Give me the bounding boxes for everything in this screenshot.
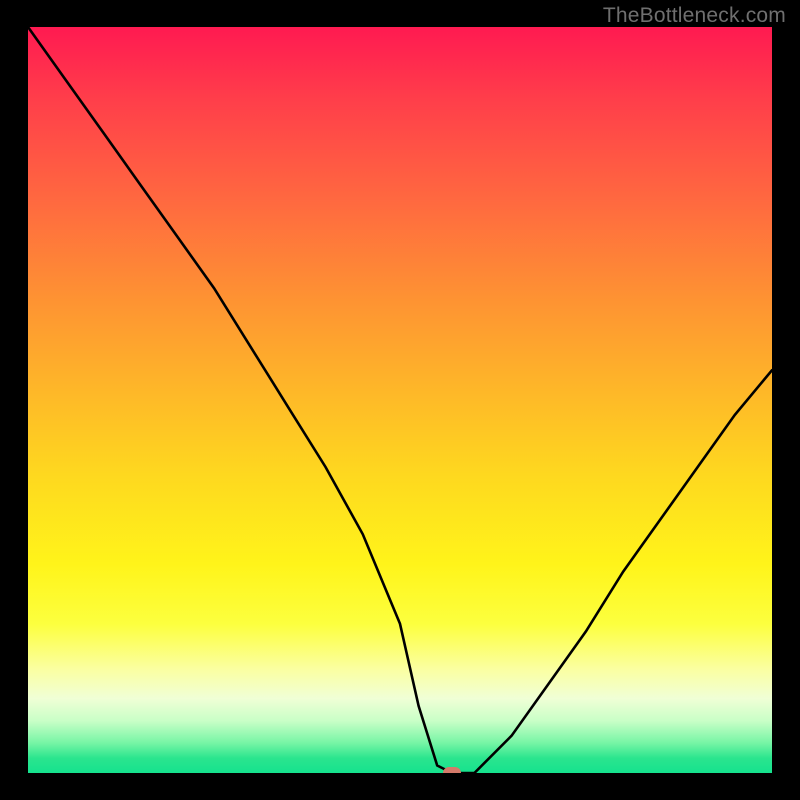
watermark-text: TheBottleneck.com [603, 4, 786, 28]
plot-area [28, 27, 772, 773]
bottleneck-curve [28, 27, 772, 773]
curve-svg [28, 27, 772, 773]
optimum-marker [443, 767, 461, 773]
chart-stage: TheBottleneck.com [0, 0, 800, 800]
